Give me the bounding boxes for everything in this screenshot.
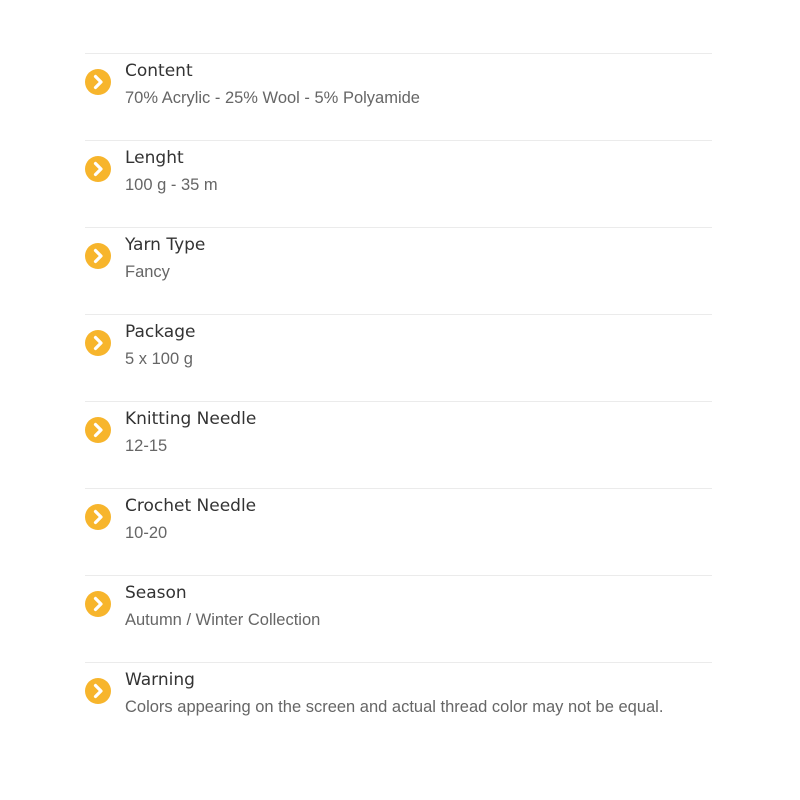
spec-item-crochet-needle: Crochet Needle 10-20 bbox=[85, 489, 712, 576]
spec-value: 5 x 100 g bbox=[125, 350, 193, 368]
chevron-right-circle-icon bbox=[85, 156, 111, 182]
chevron-right-circle-icon bbox=[85, 69, 111, 95]
spec-value: Fancy bbox=[125, 263, 170, 281]
spec-value: Autumn / Winter Collection bbox=[125, 611, 321, 629]
chevron-right-circle-icon bbox=[85, 678, 111, 704]
spec-item-warning: Warning Colors appearing on the screen a… bbox=[85, 663, 712, 749]
spec-value: Colors appearing on the screen and actua… bbox=[125, 698, 664, 716]
chevron-right-circle-icon bbox=[85, 417, 111, 443]
spec-label: Warning bbox=[125, 670, 195, 690]
product-spec-list: Content 70% Acrylic - 25% Wool - 5% Poly… bbox=[85, 53, 712, 749]
spec-item-content: Content 70% Acrylic - 25% Wool - 5% Poly… bbox=[85, 54, 712, 141]
spec-item-length: Lenght 100 g - 35 m bbox=[85, 141, 712, 228]
spec-label: Crochet Needle bbox=[125, 496, 257, 516]
spec-item-season: Season Autumn / Winter Collection bbox=[85, 576, 712, 663]
chevron-right-circle-icon bbox=[85, 504, 111, 530]
spec-value: 12-15 bbox=[125, 437, 168, 455]
spec-label: Yarn Type bbox=[125, 235, 206, 255]
spec-value: 100 g - 35 m bbox=[125, 176, 218, 194]
spec-label: Package bbox=[125, 322, 196, 342]
spec-label: Lenght bbox=[125, 148, 184, 168]
spec-item-yarn-type: Yarn Type Fancy bbox=[85, 228, 712, 315]
chevron-right-circle-icon bbox=[85, 243, 111, 269]
spec-label: Content bbox=[125, 61, 193, 81]
spec-item-package: Package 5 x 100 g bbox=[85, 315, 712, 402]
chevron-right-circle-icon bbox=[85, 330, 111, 356]
spec-label: Season bbox=[125, 583, 187, 603]
spec-item-knitting-needle: Knitting Needle 12-15 bbox=[85, 402, 712, 489]
spec-value: 70% Acrylic - 25% Wool - 5% Polyamide bbox=[125, 89, 420, 107]
spec-value: 10-20 bbox=[125, 524, 168, 542]
chevron-right-circle-icon bbox=[85, 591, 111, 617]
spec-label: Knitting Needle bbox=[125, 409, 257, 429]
